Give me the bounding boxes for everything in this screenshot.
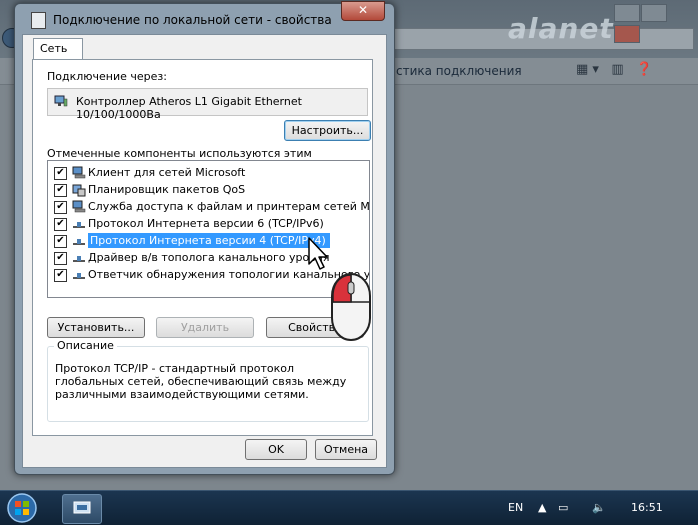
description-group: Описание Протокол TCP/IP - стандартный п… bbox=[47, 339, 369, 422]
network-tray-icon[interactable]: ▭ bbox=[558, 501, 568, 514]
language-indicator[interactable]: EN bbox=[508, 501, 523, 514]
view-options-icon: ▦ ▾ ▥ ❓ bbox=[576, 62, 653, 77]
network-connections-icon bbox=[73, 501, 91, 514]
show-hidden-icons-icon[interactable]: ▲ bbox=[538, 501, 546, 514]
clock[interactable]: 16:51 bbox=[631, 501, 663, 514]
protocol-icon bbox=[73, 273, 85, 279]
component-checkbox[interactable]: ✔ bbox=[54, 201, 67, 214]
dialog-titlebar: Подключение по локальной сети - свойства bbox=[21, 7, 389, 31]
list-item[interactable]: ✔ Протокол Интернета версии 6 (TCP/IPv6) bbox=[50, 216, 368, 233]
protocol-icon bbox=[73, 222, 85, 228]
dialog-content: Сеть Подключение через: Контроллер Ather… bbox=[22, 34, 387, 468]
remove-button: Удалить bbox=[156, 317, 254, 338]
component-checkbox[interactable]: ✔ bbox=[54, 218, 67, 231]
install-button[interactable]: Установить... bbox=[47, 317, 145, 338]
ok-button[interactable]: OK bbox=[245, 439, 307, 460]
properties-dialog: Подключение по локальной сети - свойства… bbox=[14, 1, 395, 475]
component-checkbox[interactable]: ✔ bbox=[54, 235, 67, 248]
adapter-name: Контроллер Atheros L1 Gigabit Ethernet 1… bbox=[76, 95, 302, 121]
network-client-icon bbox=[72, 166, 86, 179]
cancel-button[interactable]: Отмена bbox=[315, 439, 377, 460]
network-adapter-icon bbox=[31, 12, 46, 29]
protocol-icon bbox=[73, 239, 85, 245]
network-client-icon bbox=[72, 200, 86, 213]
volume-icon[interactable]: 🔈 bbox=[592, 501, 606, 514]
component-checkbox[interactable]: ✔ bbox=[54, 252, 67, 265]
description-text: Протокол TCP/IP - стандартный протокол г… bbox=[55, 362, 347, 401]
network-adapter-icon bbox=[54, 95, 68, 107]
description-title: Описание bbox=[54, 339, 117, 352]
adapter-field: Контроллер Atheros L1 Gigabit Ethernet 1… bbox=[47, 88, 368, 121]
components-list[interactable]: ✔ Клиент для сетей Microsoft ✔ Планировщ… bbox=[47, 160, 370, 298]
component-label: Протокол Интернета версии 4 (TCP/IPv4) bbox=[88, 233, 330, 248]
taskbar-item-network-connections[interactable] bbox=[62, 494, 102, 524]
component-label: Драйвер в/в тополога канального уровня bbox=[88, 251, 330, 264]
list-item[interactable]: ✔ Служба доступа к файлам и принтерам се… bbox=[50, 199, 370, 216]
list-item[interactable]: ✔ Планировщик пакетов QoS bbox=[50, 182, 368, 199]
component-label: Протокол Интернета версии 6 (TCP/IPv6) bbox=[88, 217, 324, 230]
component-label: Клиент для сетей Microsoft bbox=[88, 166, 246, 179]
configure-button[interactable]: Настроить... bbox=[284, 120, 371, 141]
dialog-title: Подключение по локальной сети - свойства bbox=[53, 13, 332, 27]
tab-network[interactable]: Сеть bbox=[33, 38, 83, 60]
component-label: Планировщик пакетов QoS bbox=[88, 183, 246, 196]
connect-through-label: Подключение через: bbox=[47, 70, 167, 83]
component-checkbox[interactable]: ✔ bbox=[54, 184, 67, 197]
mouse-click-icon bbox=[331, 273, 371, 341]
taskbar: EN ▲ ▭ 🔈 16:51 bbox=[0, 490, 698, 525]
close-button[interactable]: ✕ bbox=[341, 1, 385, 21]
mouse-pointer-icon bbox=[308, 237, 328, 270]
component-label: Служба доступа к файлам и принтерам сете… bbox=[88, 200, 370, 213]
list-item[interactable]: ✔ Клиент для сетей Microsoft bbox=[50, 165, 368, 182]
start-button[interactable] bbox=[2, 492, 42, 524]
protocol-icon bbox=[73, 256, 85, 262]
component-checkbox[interactable]: ✔ bbox=[54, 269, 67, 282]
alanet-watermark-logo: alanet bbox=[508, 12, 614, 45]
service-icon bbox=[72, 184, 86, 197]
background-breadcrumb-text: стика подключения bbox=[396, 64, 522, 78]
background-caption-buttons bbox=[614, 4, 692, 43]
component-checkbox[interactable]: ✔ bbox=[54, 167, 67, 180]
